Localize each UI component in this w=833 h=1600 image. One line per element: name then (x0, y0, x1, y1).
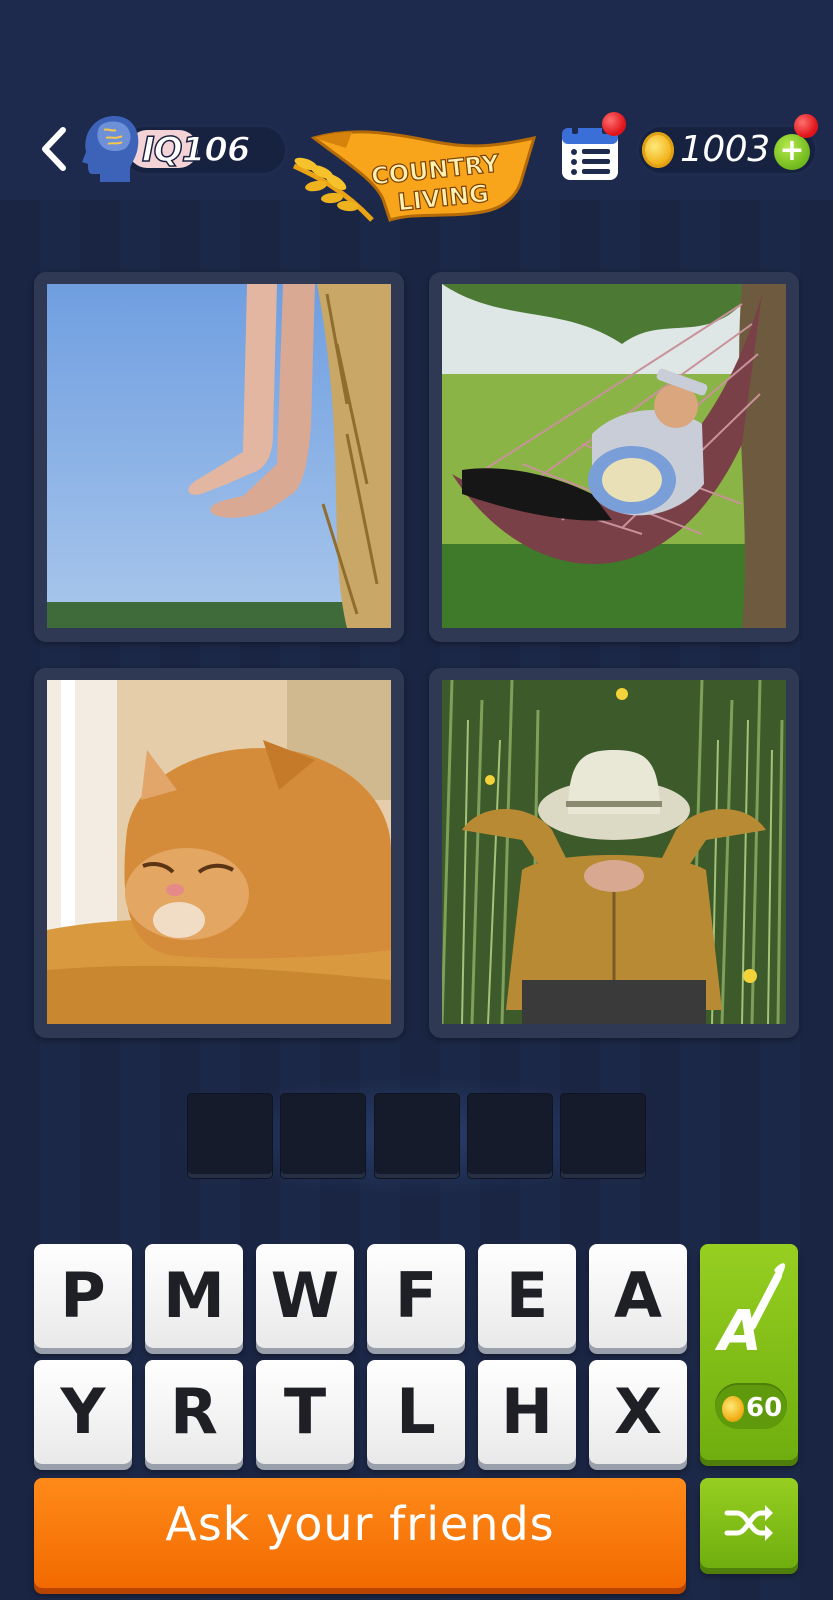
brain-head-icon (76, 112, 144, 184)
back-button[interactable] (34, 124, 74, 174)
letter-tile[interactable]: R (145, 1360, 243, 1464)
picture-1-image (47, 284, 391, 628)
letter-brush-icon: A (714, 1263, 786, 1364)
letter-tile[interactable]: W (256, 1244, 354, 1348)
letter-tile[interactable]: L (367, 1360, 465, 1464)
picture-4-image (442, 680, 786, 1024)
answer-slot[interactable] (561, 1094, 645, 1178)
coin-icon (642, 132, 674, 168)
svg-text:A: A (714, 1299, 761, 1364)
letter-tile[interactable]: A (589, 1244, 687, 1348)
calendar-notification-badge (602, 112, 626, 136)
picture-2-image (442, 284, 786, 628)
answer-slot[interactable] (188, 1094, 272, 1178)
letter-tile[interactable]: M (145, 1244, 243, 1348)
coin-icon (722, 1396, 744, 1422)
letter-tile[interactable]: T (256, 1360, 354, 1464)
picture-3[interactable] (34, 668, 404, 1038)
shuffle-button[interactable] (700, 1478, 798, 1568)
letter-tile[interactable]: P (34, 1244, 132, 1348)
answer-slot[interactable] (375, 1094, 459, 1178)
picture-4[interactable] (429, 668, 799, 1038)
picture-1[interactable] (34, 272, 404, 642)
letter-tile[interactable]: H (478, 1360, 576, 1464)
coins-notification-badge (794, 114, 818, 138)
add-coins-button[interactable]: + (774, 134, 810, 170)
ask-friends-button[interactable]: Ask your friends (34, 1478, 686, 1588)
answer-slot[interactable] (281, 1094, 365, 1178)
letter-tile[interactable]: E (478, 1244, 576, 1348)
letter-tile[interactable]: F (367, 1244, 465, 1348)
plus-icon: + (779, 133, 805, 168)
letter-tile[interactable]: X (589, 1360, 687, 1464)
shuffle-icon (724, 1505, 773, 1541)
answer-slot[interactable] (468, 1094, 552, 1178)
iq-value: 106 (181, 129, 251, 171)
theme-banner[interactable]: COUNTRY LIVING (286, 116, 548, 242)
hint-cost: 60 (746, 1393, 783, 1423)
coin-count: 1003 (680, 129, 770, 170)
chevron-left-icon (42, 127, 66, 171)
picture-3-image (47, 680, 391, 1024)
iq-score: IQ106 (141, 128, 251, 172)
picture-2[interactable] (429, 272, 799, 642)
iq-label: IQ (141, 129, 183, 171)
letter-tile[interactable]: Y (34, 1360, 132, 1464)
